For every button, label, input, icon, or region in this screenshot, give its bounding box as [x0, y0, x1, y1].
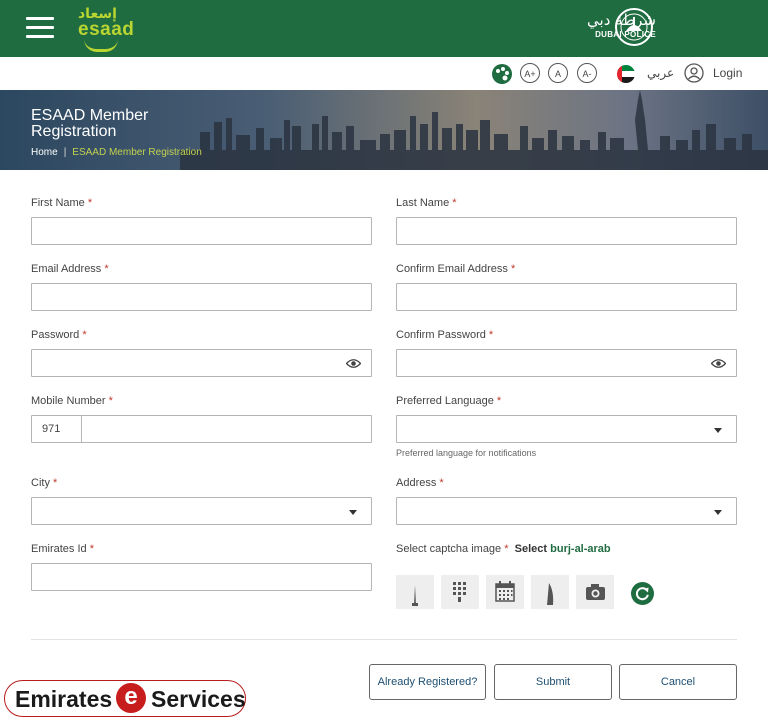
- already-registered-button[interactable]: Already Registered?: [369, 664, 486, 700]
- required-mark: *: [82, 329, 87, 341]
- last-name-input[interactable]: [396, 217, 737, 245]
- watermark-part1: Emirates: [15, 686, 113, 712]
- captcha-refresh-button[interactable]: [631, 582, 654, 605]
- mobile-number-input[interactable]: 971: [31, 415, 372, 443]
- confirm-password-label: Confirm Password *: [396, 329, 493, 341]
- preferred-language-select[interactable]: [396, 415, 737, 443]
- tower-icon: [412, 585, 418, 606]
- watermark-e-logo: e: [116, 683, 146, 713]
- first-name-label: First Name *: [31, 197, 92, 209]
- captcha-option-building[interactable]: [441, 575, 479, 609]
- required-mark: *: [504, 543, 509, 555]
- confirm-password-label-text: Confirm Password: [396, 329, 486, 341]
- required-mark: *: [104, 263, 109, 275]
- building-grid-icon: [453, 582, 466, 602]
- breadcrumb-separator: |: [63, 147, 67, 158]
- mobile-prefix: 971: [32, 416, 82, 442]
- address-label: Address *: [396, 477, 444, 489]
- required-mark: *: [89, 543, 94, 555]
- captcha-select-word: Select: [514, 543, 548, 555]
- camera-icon: [586, 584, 605, 600]
- address-select[interactable]: [396, 497, 737, 525]
- first-name-label-text: First Name: [31, 197, 85, 209]
- chevron-down-icon: [714, 428, 722, 433]
- preferred-language-label: Preferred Language *: [396, 395, 501, 407]
- font-increase-button[interactable]: A+: [520, 63, 540, 83]
- font-decrease-button[interactable]: A-: [577, 63, 597, 83]
- watermark-part2: Services: [151, 686, 246, 712]
- dubai-police-emblem-icon: [615, 8, 653, 46]
- email-label-text: Email Address: [31, 263, 102, 275]
- font-reset-button[interactable]: A: [548, 63, 568, 83]
- email-label: Email Address *: [31, 263, 109, 275]
- chevron-down-icon: [714, 510, 722, 515]
- mobile-label-text: Mobile Number: [31, 395, 106, 407]
- first-name-input[interactable]: [31, 217, 372, 245]
- language-switch-link[interactable]: عربي: [647, 66, 674, 80]
- color-palette-icon[interactable]: [491, 63, 513, 85]
- last-name-label: Last Name *: [396, 197, 457, 209]
- uae-flag-icon[interactable]: [617, 65, 635, 83]
- emirates-id-input[interactable]: [31, 563, 372, 591]
- submit-button[interactable]: Submit: [494, 664, 612, 700]
- confirm-password-input[interactable]: [396, 349, 737, 377]
- preferred-language-label-text: Preferred Language: [396, 395, 494, 407]
- preferred-language-hint: Preferred language for notifications: [396, 448, 537, 458]
- captcha-option-calendar[interactable]: [486, 575, 524, 609]
- password-label: Password *: [31, 329, 87, 341]
- eye-icon[interactable]: [711, 358, 726, 369]
- calendar-icon: [495, 581, 515, 602]
- password-label-text: Password: [31, 329, 80, 341]
- required-mark: *: [488, 329, 494, 341]
- required-mark: *: [439, 477, 444, 489]
- cancel-button[interactable]: Cancel: [619, 664, 737, 700]
- city-label-text: City: [31, 477, 50, 489]
- required-mark: *: [452, 197, 457, 209]
- user-icon[interactable]: [684, 63, 704, 83]
- captcha-option-tower[interactable]: [396, 575, 434, 609]
- city-label: City *: [31, 477, 57, 489]
- required-mark: *: [87, 197, 93, 209]
- emirates-eservices-watermark: Emirates e Services: [4, 680, 246, 717]
- refresh-icon: [635, 587, 649, 601]
- logo-smile-icon: [84, 39, 118, 52]
- chevron-down-icon: [349, 510, 357, 515]
- top-header: إسعاد esaad شرطة دبي DUBAI POLICE: [0, 0, 768, 57]
- hamburger-menu-icon[interactable]: [26, 17, 54, 39]
- required-mark: *: [53, 477, 58, 489]
- confirm-email-label-text: Confirm Email Address: [396, 263, 508, 275]
- esaad-logo[interactable]: إسعاد esaad: [72, 6, 135, 52]
- address-label-text: Address: [396, 477, 437, 489]
- email-input[interactable]: [31, 283, 372, 311]
- required-mark: *: [108, 395, 113, 407]
- captcha-label-text: Select captcha image: [396, 543, 502, 555]
- captcha-label: Select captcha image * Select burj-al-ar…: [396, 543, 611, 555]
- password-input[interactable]: [31, 349, 372, 377]
- page-title: ESAAD Member Registration: [31, 107, 149, 140]
- city-select[interactable]: [31, 497, 372, 525]
- required-mark: *: [510, 263, 516, 275]
- mobile-label: Mobile Number *: [31, 395, 113, 407]
- form-divider: [31, 639, 737, 640]
- login-link[interactable]: Login: [713, 66, 742, 80]
- captcha-option-burj-al-arab[interactable]: [531, 575, 569, 609]
- breadcrumb-home-link[interactable]: Home: [31, 147, 58, 158]
- logo-text: esaad: [78, 19, 135, 40]
- eye-icon[interactable]: [346, 358, 361, 369]
- captcha-option-camera[interactable]: [576, 575, 614, 609]
- burj-al-arab-icon: [547, 583, 554, 605]
- emirates-id-label-text: Emirates Id: [31, 543, 87, 555]
- last-name-label-text: Last Name: [396, 197, 450, 209]
- hero-banner: ESAAD Member Registration Home | ESAAD Mem…: [0, 90, 768, 170]
- breadcrumb: Home | ESAAD Member Registration: [31, 147, 202, 158]
- utility-bar: A+ A A- عربي Login: [0, 57, 768, 91]
- breadcrumb-current: ESAAD Member Registration: [72, 147, 202, 158]
- required-mark: *: [496, 395, 502, 407]
- confirm-email-input[interactable]: [396, 283, 737, 311]
- emirates-id-label: Emirates Id *: [31, 543, 94, 555]
- confirm-email-label: Confirm Email Address *: [396, 263, 515, 275]
- captcha-target: burj-al-arab: [550, 543, 611, 555]
